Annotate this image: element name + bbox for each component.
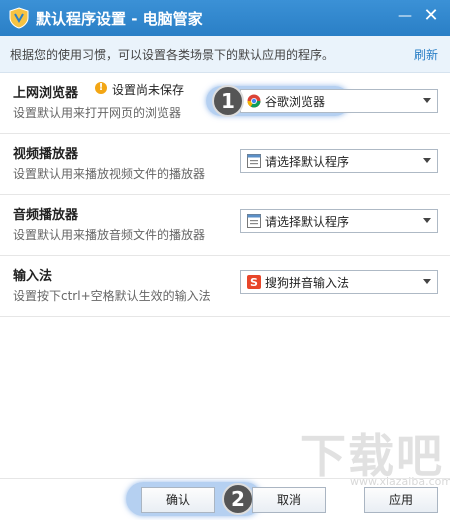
row-title: 上网浏览器 [13,86,79,101]
warning-icon: ! [95,82,107,94]
info-text: 根据您的使用习惯，可以设置各类场景下的默认应用的程序。 [10,48,335,62]
row-title: 音频播放器 [13,208,79,223]
app-placeholder-icon [247,214,261,228]
info-bar: 根据您的使用习惯，可以设置各类场景下的默认应用的程序。 刷新 [0,36,450,73]
chevron-down-icon [423,98,431,103]
step-badge-1: 1 [212,85,244,117]
row-description: 设置默认用来播放音频文件的播放器 [13,228,206,242]
select-value: 谷歌浏览器 [265,95,326,109]
video-player-select[interactable]: 请选择默认程序 [240,149,438,173]
row-description: 设置默认用来打开网页的浏览器 [13,106,182,120]
cancel-button[interactable]: 取消 [252,487,326,513]
sogou-icon: S [247,275,261,289]
confirm-button[interactable]: 确认 [141,487,215,513]
title-bar: 默认程序设置 - 电脑管家 — ✕ [0,0,450,36]
tencent-shield-icon [9,7,29,29]
row-title: 输入法 [13,269,53,284]
select-value: 请选择默认程序 [265,215,350,229]
unsaved-warning: 设置尚未保存 [112,83,185,97]
row-description: 设置默认用来播放视频文件的播放器 [13,167,206,181]
svg-text:S: S [250,276,258,289]
refresh-link[interactable]: 刷新 [414,46,438,63]
apply-button[interactable]: 应用 [364,487,438,513]
chevron-down-icon [423,279,431,284]
chevron-down-icon [423,158,431,163]
browser-select[interactable]: 谷歌浏览器 [240,89,438,113]
chrome-icon [247,94,261,108]
window-title: 默认程序设置 - 电脑管家 [36,10,203,28]
select-value: 搜狗拼音输入法 [265,276,350,290]
close-button[interactable]: ✕ [420,5,442,27]
row-description: 设置按下ctrl+空格默认生效的输入法 [13,289,211,303]
chevron-down-icon [423,218,431,223]
minimize-button[interactable]: — [394,5,416,27]
audio-player-select[interactable]: 请选择默认程序 [240,209,438,233]
input-method-select[interactable]: S 搜狗拼音输入法 [240,270,438,294]
row-title: 视频播放器 [13,147,79,162]
step-badge-2: 2 [222,483,254,515]
app-placeholder-icon [247,154,261,168]
select-value: 请选择默认程序 [265,155,350,169]
footer-divider [0,478,450,479]
